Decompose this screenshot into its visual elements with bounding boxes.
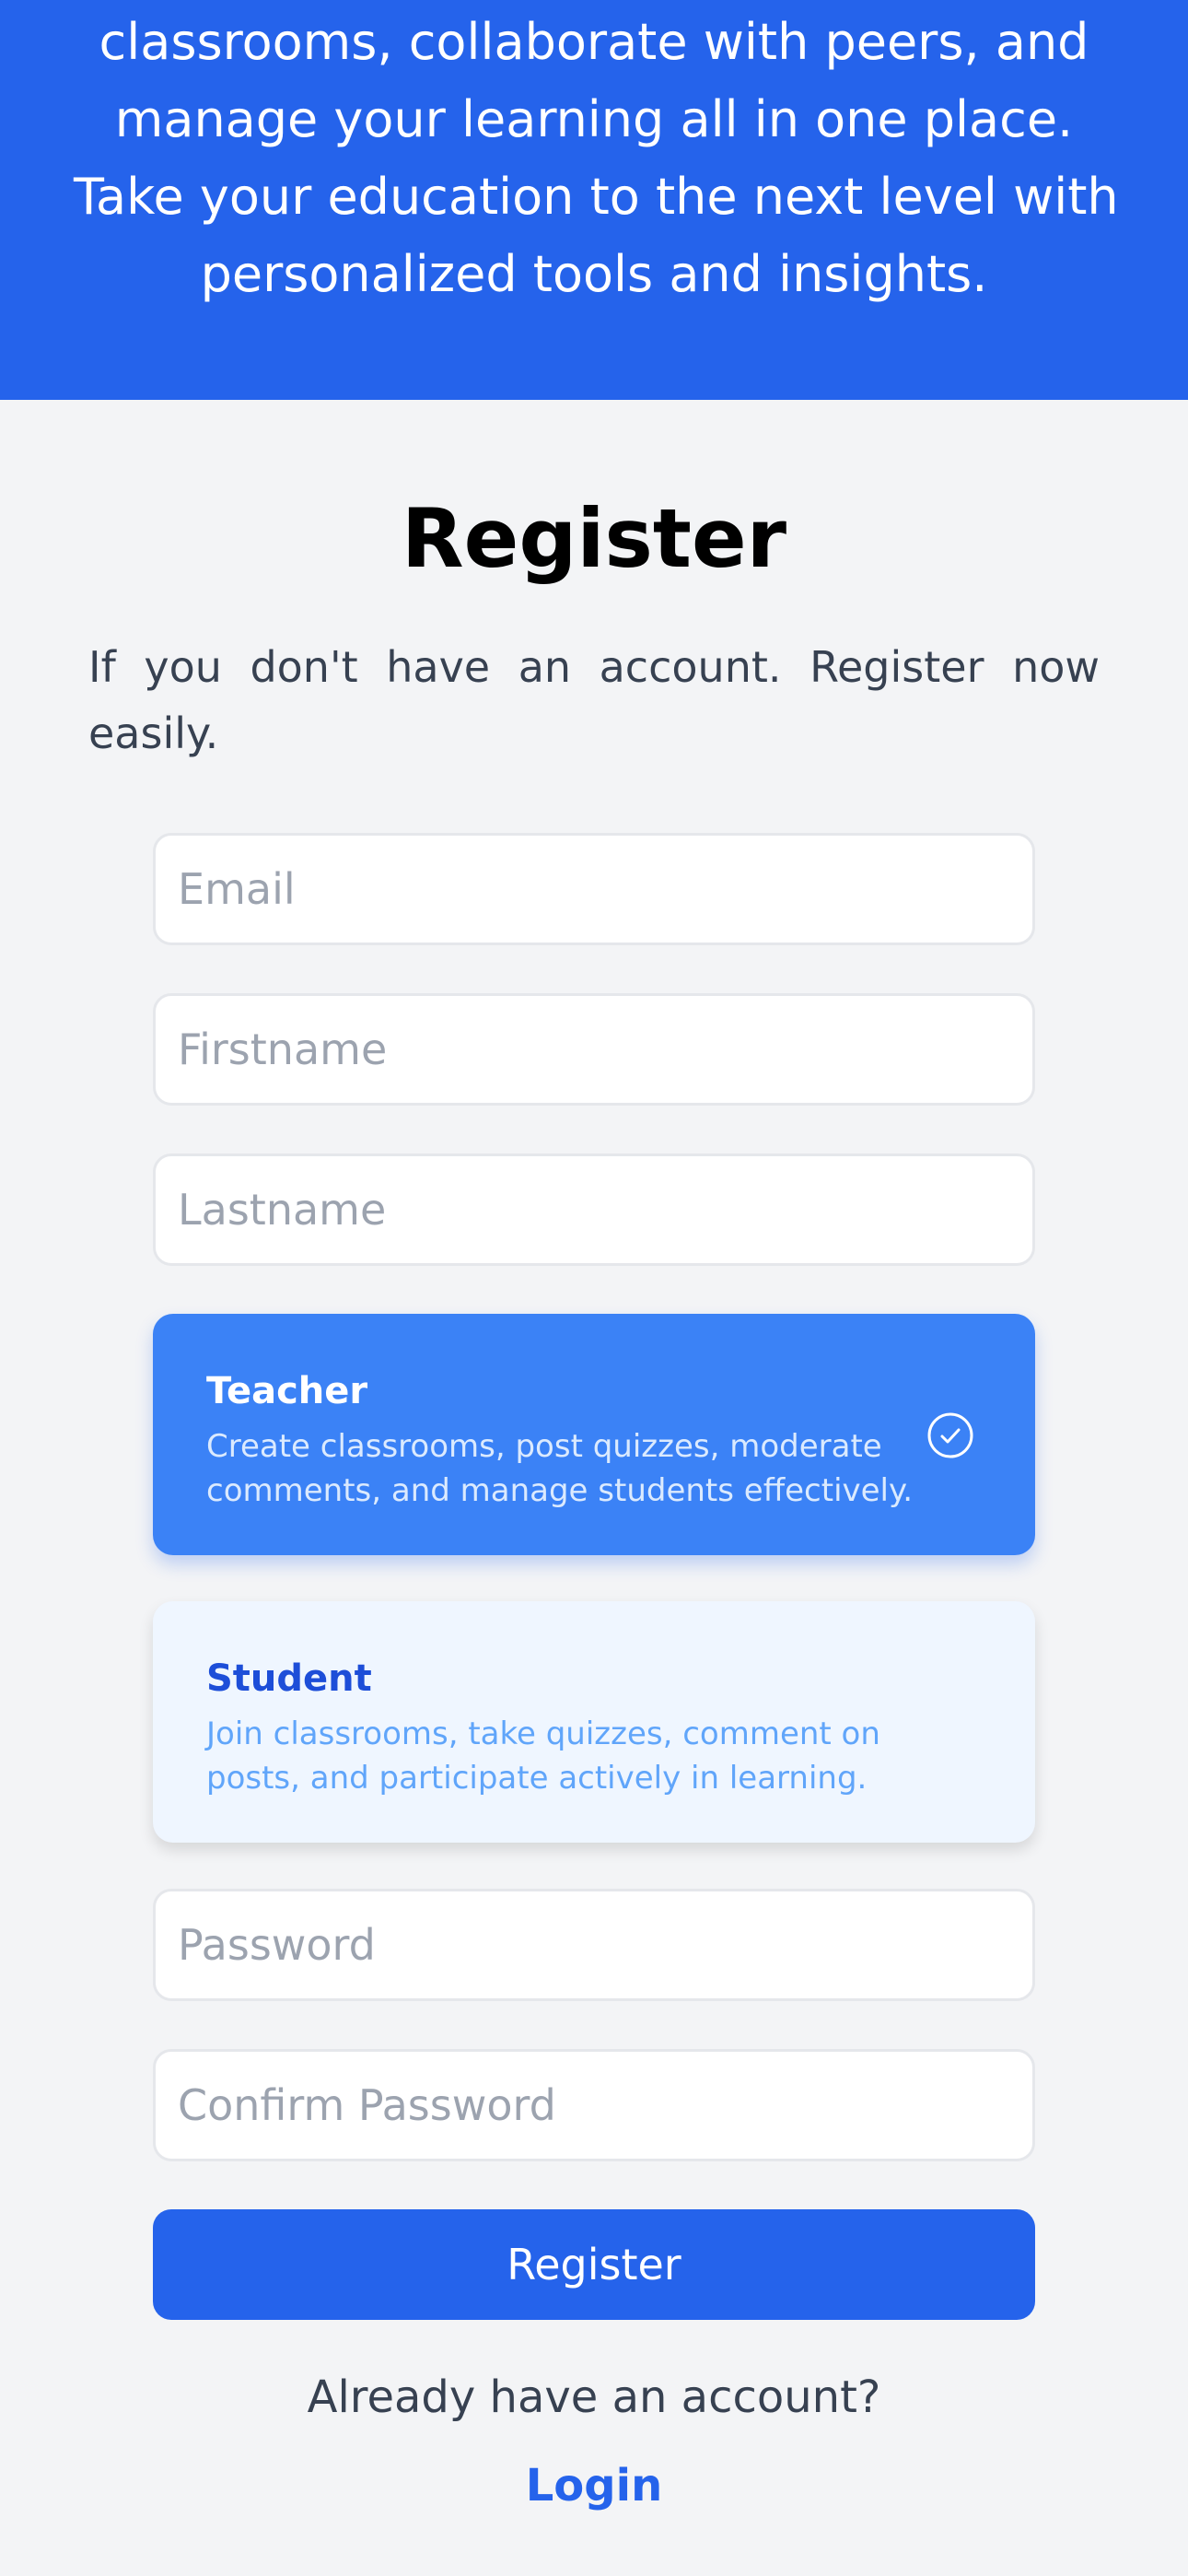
role-option-student[interactable]: Student Join classrooms, take quizzes, c… bbox=[153, 1601, 1035, 1843]
role-title: Teacher bbox=[206, 1370, 368, 1412]
register-intro: If you don't have an account. Register n… bbox=[88, 642, 1100, 758]
hero-line: manage your learning all in one place. bbox=[114, 90, 1074, 148]
password-field[interactable] bbox=[153, 1889, 1035, 2001]
role-title: Student bbox=[206, 1657, 372, 1700]
page-title: Register bbox=[401, 491, 787, 586]
register-button[interactable]: Register bbox=[153, 2209, 1035, 2320]
confirm-password-field[interactable] bbox=[153, 2049, 1035, 2161]
login-prompt: Already have an account? bbox=[307, 2371, 881, 2423]
email-field[interactable] bbox=[153, 833, 1035, 945]
hero-line: classrooms, collaborate with peers, and bbox=[99, 13, 1089, 71]
login-link[interactable]: Login bbox=[0, 2453, 1188, 2519]
lastname-field[interactable] bbox=[153, 1153, 1035, 1266]
check-circle-icon bbox=[927, 1412, 973, 1458]
role-description: Join classrooms, take quizzes, comment o… bbox=[206, 1715, 880, 1797]
hero-line: personalized tools and insights. bbox=[200, 245, 988, 303]
firstname-field[interactable] bbox=[153, 993, 1035, 1106]
role-option-teacher[interactable]: Teacher Create classrooms, post quizzes,… bbox=[153, 1314, 1035, 1555]
hero-banner: classrooms, collaborate with peers, and … bbox=[0, 0, 1188, 400]
hero-description: classrooms, collaborate with peers, and … bbox=[74, 4, 1119, 313]
hero-line: Take your education to the next level wi… bbox=[74, 168, 1119, 226]
role-description: Create classrooms, post quizzes, moderat… bbox=[206, 1428, 914, 1509]
